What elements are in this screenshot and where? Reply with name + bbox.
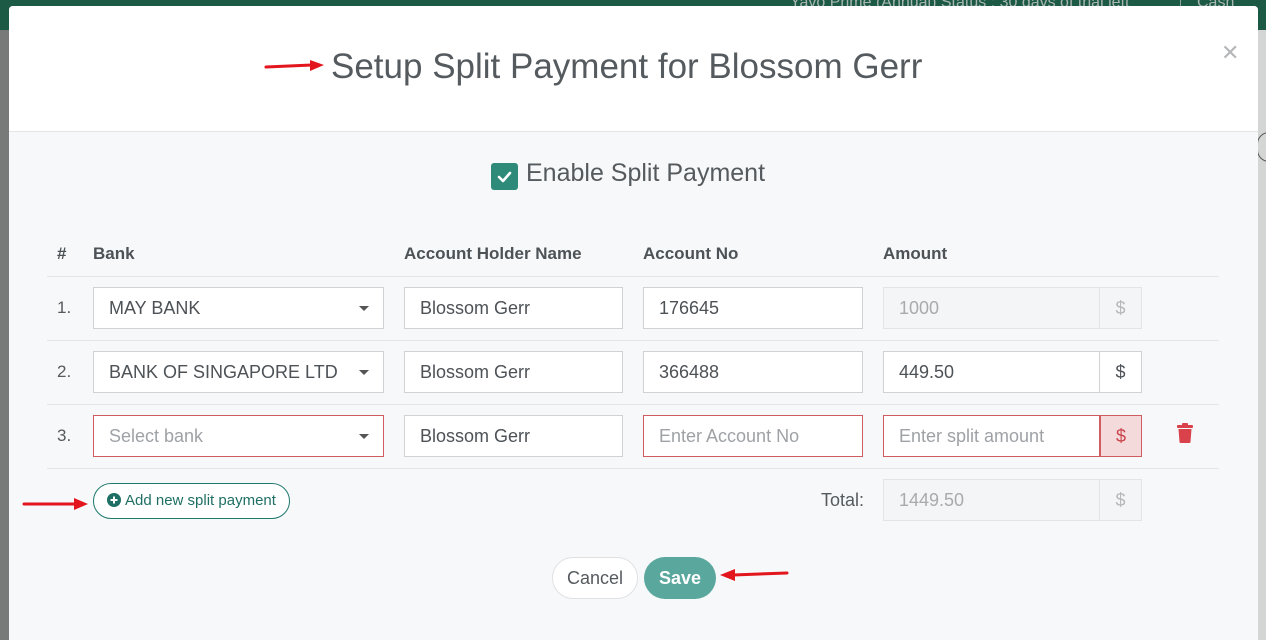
account-number-input[interactable]: Enter Account No <box>643 415 863 457</box>
amount-input[interactable]: 449.50 <box>883 351 1100 393</box>
table-divider <box>47 468 1219 469</box>
add-split-payment-button[interactable]: Add new split payment <box>93 483 290 519</box>
modal-header: Setup Split Payment for Blossom Gerr ✕ <box>9 6 1258 132</box>
row-number: 3. <box>57 426 72 445</box>
total-input: 1449.50 <box>883 479 1100 521</box>
modal-title: Setup Split Payment for Blossom Gerr <box>331 47 923 86</box>
row-number: 1. <box>57 298 72 317</box>
amount-input[interactable]: 1000 <box>883 287 1100 329</box>
bank-select[interactable]: MAY BANK <box>93 287 384 329</box>
account-holder-input[interactable]: Blossom Gerr <box>404 351 623 393</box>
check-icon <box>497 171 512 183</box>
cancel-button[interactable]: Cancel <box>552 557 638 599</box>
table-divider <box>47 276 1219 277</box>
currency-addon: $ <box>1100 479 1142 521</box>
currency-addon: $ <box>1100 351 1142 393</box>
enable-split-checkbox[interactable] <box>491 163 518 190</box>
currency-addon: $ <box>1100 415 1142 457</box>
bank-select-value: BANK OF SINGAPORE LTD <box>109 362 338 382</box>
split-payment-modal: Setup Split Payment for Blossom Gerr ✕ E… <box>9 6 1258 640</box>
account-number-input[interactable]: 366488 <box>643 351 863 393</box>
amount-input[interactable]: Enter split amount <box>883 415 1100 457</box>
save-button[interactable]: Save <box>644 557 716 599</box>
close-icon[interactable]: ✕ <box>1221 40 1239 66</box>
total-label: Total: <box>821 490 865 510</box>
amount-placeholder: Enter split amount <box>899 426 1045 446</box>
account-number-placeholder: Enter Account No <box>659 426 800 446</box>
table-divider <box>47 404 1219 405</box>
enable-split-label: Enable Split Payment <box>526 159 766 187</box>
bank-select-value: MAY BANK <box>109 298 201 318</box>
trash-icon[interactable] <box>1176 423 1194 443</box>
add-split-payment-label: Add new split payment <box>125 492 276 509</box>
column-header-amount: Amount <box>883 244 948 263</box>
plus-circle-icon <box>107 493 121 507</box>
column-header-account: Account No <box>643 244 739 263</box>
account-number-input[interactable]: 176645 <box>643 287 863 329</box>
annotation-arrow-icon <box>720 569 789 581</box>
row-number: 2. <box>57 362 72 381</box>
currency-addon: $ <box>1100 287 1142 329</box>
column-header-bank: Bank <box>93 244 135 263</box>
annotation-arrow-icon <box>22 498 88 510</box>
bank-select-placeholder: Select bank <box>109 426 204 446</box>
bank-select[interactable]: Select bank <box>93 415 384 457</box>
background-page-edge <box>1258 30 1266 640</box>
chevron-down-icon <box>359 306 369 311</box>
table-divider <box>47 340 1219 341</box>
account-holder-input[interactable]: Blossom Gerr <box>404 287 623 329</box>
chevron-down-icon <box>359 434 369 439</box>
annotation-arrow-icon <box>264 60 324 71</box>
account-holder-input[interactable]: Blossom Gerr <box>404 415 623 457</box>
bank-select[interactable]: BANK OF SINGAPORE LTD <box>93 351 384 393</box>
column-header-holder: Account Holder Name <box>404 244 582 263</box>
column-header-number: # <box>57 244 67 263</box>
chevron-down-icon <box>359 370 369 375</box>
